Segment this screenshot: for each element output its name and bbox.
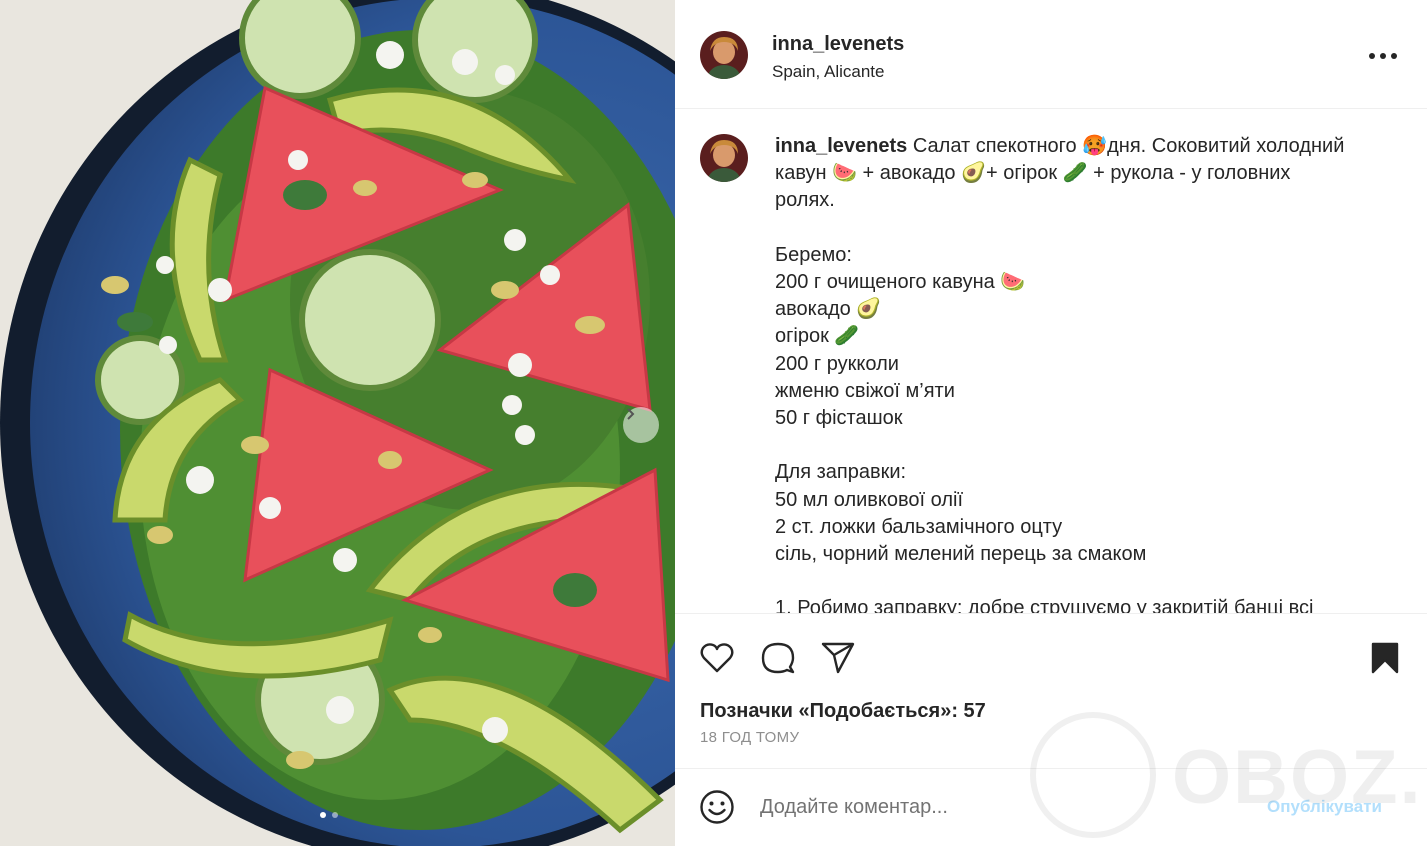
post-actions: [675, 613, 1427, 703]
post-username[interactable]: inna_levenets: [772, 33, 904, 56]
carousel-dot: [332, 812, 338, 818]
caption-username[interactable]: inna_levenets: [775, 135, 907, 157]
post-timestamp[interactable]: 18 ГОД ТОМУ: [700, 729, 799, 746]
caption-section: inna_levenets Салат спекотного 🥵дня. Сок…: [675, 110, 1427, 613]
paper-plane-icon: [821, 642, 855, 674]
carousel-dots: [320, 812, 338, 818]
likes-count[interactable]: Позначки «Подобається»: 57: [700, 700, 986, 723]
more-dots-icon: [1380, 53, 1386, 59]
caption-line: 1. Робимо заправку: добре струшуємо у за…: [775, 597, 1314, 613]
comment-input[interactable]: [760, 791, 1260, 823]
caption-line: сіль, чорний мелений перець за смаком: [775, 543, 1147, 566]
avatar-image: [700, 134, 748, 182]
publish-button[interactable]: Опублікувати: [1267, 797, 1382, 817]
caption-line: 200 г очищеного кавуна 🍉: [775, 271, 1026, 294]
heart-icon: [700, 643, 734, 673]
emoji-button[interactable]: [699, 789, 735, 825]
caption-line: 50 г фісташок: [775, 407, 903, 430]
caption-line: 200 г рукколи: [775, 352, 899, 375]
caption-line: 2 ст. ложки бальзамічного оцту: [775, 515, 1063, 538]
caption-avatar[interactable]: [700, 134, 748, 182]
more-dots-icon: [1391, 53, 1397, 59]
share-button[interactable]: [820, 640, 856, 676]
caption-line: авокадо 🥑: [775, 298, 882, 321]
caption-line: кавун 🍉 + авокадо 🥑+ огірок 🥒 + рукола -…: [775, 162, 1291, 185]
post-side-panel: inna_levenets Spain, Alicante inna_leven…: [675, 0, 1427, 846]
avatar[interactable]: [700, 31, 748, 79]
bookmark-filled-icon: [1371, 642, 1399, 674]
caption-line: ролях.: [775, 189, 835, 212]
caption-line: Салат спекотного 🥵дня. Соковитий холодни…: [912, 135, 1345, 157]
carousel-next-button[interactable]: [623, 407, 659, 443]
more-dots-icon: [1369, 53, 1375, 59]
like-button[interactable]: [699, 640, 735, 676]
save-button[interactable]: [1367, 640, 1403, 676]
chevron-right-icon: [627, 408, 635, 420]
comment-bubble-icon: [761, 642, 795, 674]
post-photo[interactable]: [0, 0, 675, 846]
more-options-button[interactable]: [1369, 46, 1397, 66]
carousel-dot-active: [320, 812, 326, 818]
salad-image: [0, 0, 675, 846]
smiley-icon: [700, 790, 734, 824]
post-location[interactable]: Spain, Alicante: [772, 62, 884, 82]
caption-line: 50 мл оливкової олії: [775, 488, 964, 511]
caption-line: Беремо:: [775, 243, 852, 266]
post-caption: inna_levenets Салат спекотного 🥵дня. Сок…: [775, 133, 1375, 613]
comment-bar: Опублікувати: [675, 768, 1427, 846]
caption-line: жменю свіжої м’яти: [775, 379, 955, 402]
caption-line: Для заправки:: [775, 461, 907, 484]
avatar-image: [700, 31, 748, 79]
post-header: inna_levenets Spain, Alicante: [675, 0, 1427, 109]
caption-line: огірок 🥒: [775, 325, 860, 348]
comment-button[interactable]: [760, 640, 796, 676]
